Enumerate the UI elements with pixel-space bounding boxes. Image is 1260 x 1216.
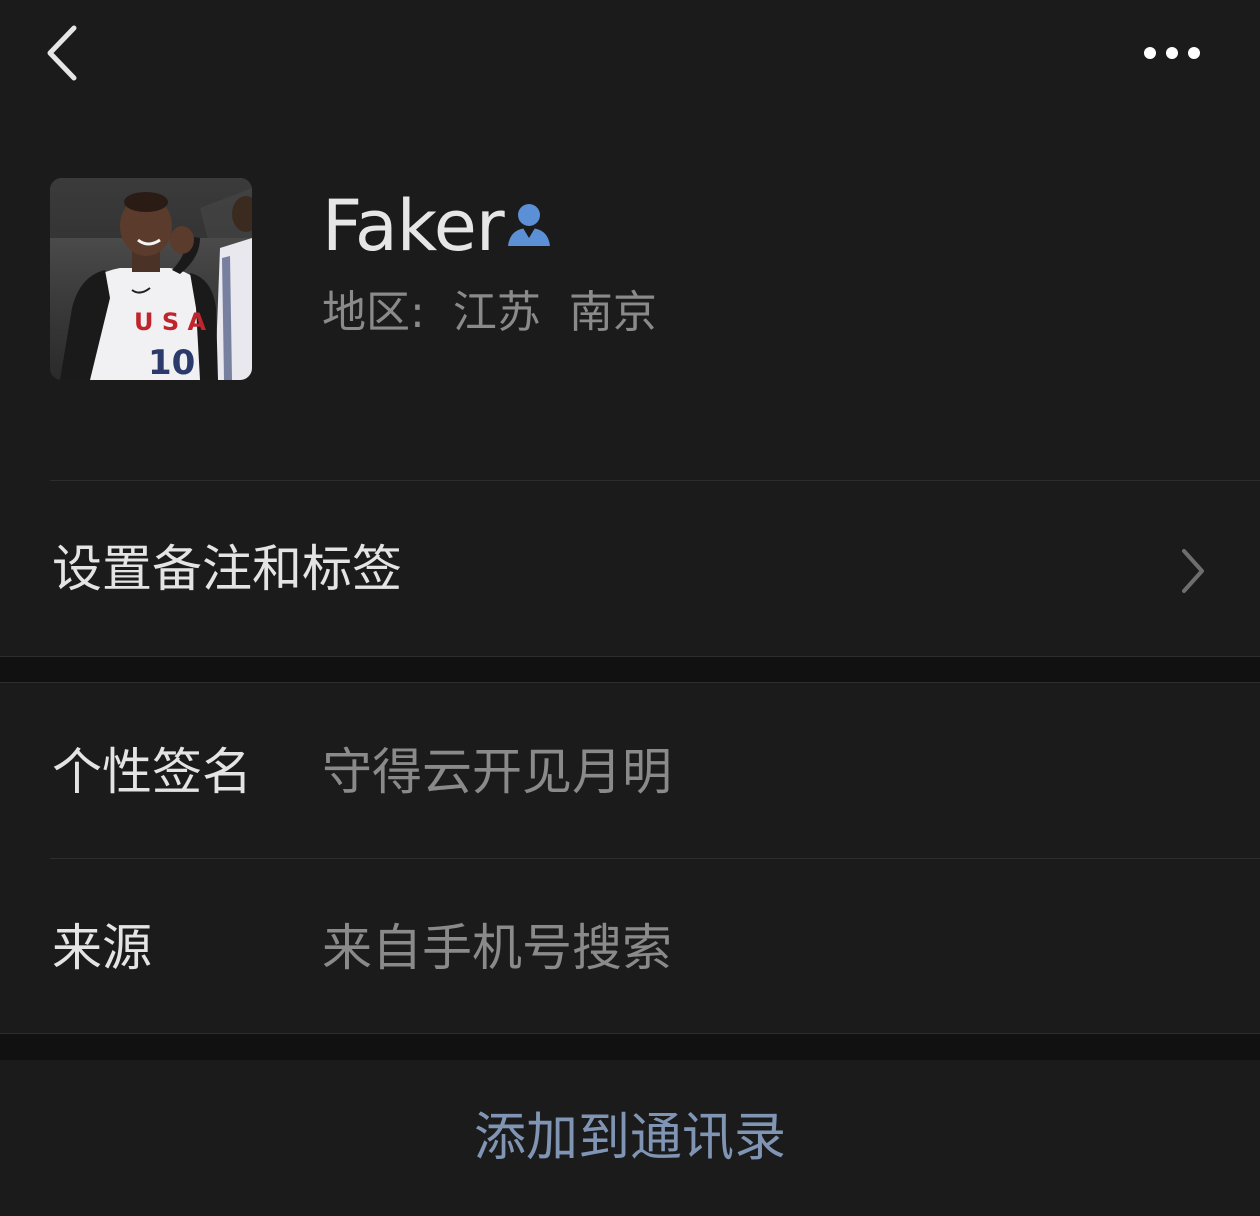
signature-value: 守得云开见月明	[322, 743, 672, 801]
divider	[0, 1033, 1260, 1034]
set-remark-and-tags-label: 设置备注和标签	[52, 540, 402, 598]
back-button[interactable]	[38, 22, 86, 84]
avatar[interactable]: U S A 10	[50, 178, 252, 380]
avatar-photo: U S A 10	[50, 178, 252, 380]
region-province: 江苏	[452, 287, 541, 338]
divider	[0, 656, 1260, 657]
add-to-contacts-button[interactable]: 添加到通讯录	[0, 1060, 1260, 1216]
source-label: 来源	[52, 919, 152, 977]
more-horizontal-icon	[1144, 47, 1200, 59]
more-options-button[interactable]	[1132, 36, 1212, 70]
chevron-left-icon	[47, 25, 77, 81]
chevron-right-icon	[1178, 547, 1206, 595]
profile-name: Faker	[322, 185, 505, 267]
source-row: 来源 来自手机号搜索	[0, 858, 1260, 1034]
profile-info-section: 个性签名 守得云开见月明 来源 来自手机号搜索	[0, 682, 1260, 1034]
region-label: 地区:	[322, 287, 425, 338]
svg-text:U S A: U S A	[134, 308, 206, 336]
region-text: 地区: 江苏 南京	[322, 284, 657, 342]
action-section: 添加到通讯录	[0, 1060, 1260, 1216]
svg-text:10: 10	[148, 343, 195, 380]
source-value: 来自手机号搜索	[322, 919, 672, 977]
signature-row: 个性签名 守得云开见月明	[0, 682, 1260, 858]
male-user-icon	[506, 200, 552, 248]
signature-label: 个性签名	[52, 743, 252, 801]
contact-profile-screen: U S A 10 Faker 地区: 江苏 南京 设置备注和标签 个性签名 守得…	[0, 0, 1260, 1216]
region-city: 南京	[568, 287, 657, 338]
profile-header-section: U S A 10 Faker 地区: 江苏 南京 设置备注和标签	[0, 0, 1260, 657]
set-remark-and-tags-row[interactable]: 设置备注和标签	[0, 481, 1260, 657]
